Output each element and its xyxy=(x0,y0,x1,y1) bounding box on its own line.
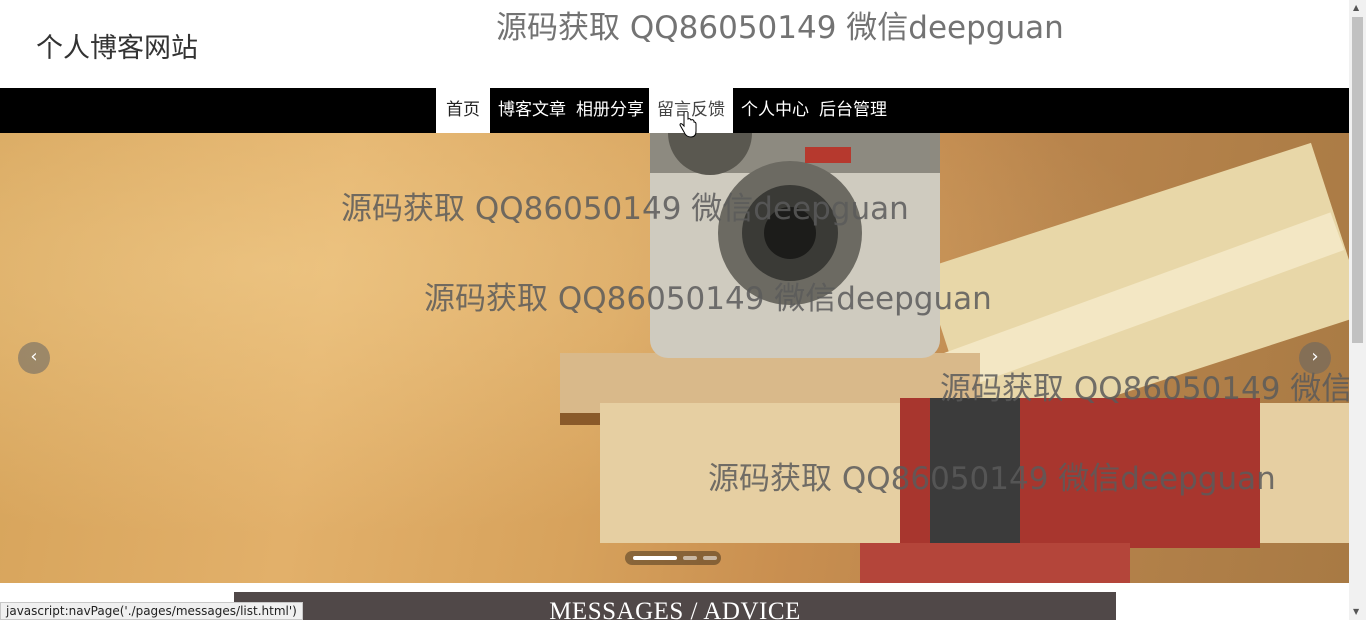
messages-section-header: MESSAGES / ADVICE xyxy=(234,592,1116,620)
camera-lens-glass xyxy=(764,207,816,259)
nav-item-profile[interactable]: 个人中心 xyxy=(733,88,814,133)
camera-brand-badge xyxy=(805,147,851,163)
scroll-down-icon[interactable]: ▼ xyxy=(1353,607,1359,616)
bottom-book-spine-label xyxy=(930,398,1020,548)
carousel-next-button[interactable]: › xyxy=(1299,342,1331,374)
nav-item-admin[interactable]: 后台管理 xyxy=(814,88,892,133)
carousel-prev-button[interactable]: ‹ xyxy=(18,342,50,374)
page-scrollbar[interactable]: ▲ ▼ xyxy=(1349,0,1366,620)
chevron-right-icon: › xyxy=(1311,346,1319,367)
nav-item-blog-articles[interactable]: 博客文章 xyxy=(490,88,571,133)
nav-menu: 首页 博客文章 相册分享 留言反馈 个人中心 后台管理 xyxy=(436,88,892,133)
banner-image xyxy=(560,133,1349,583)
hand-cursor-icon xyxy=(679,112,697,138)
scrollbar-thumb[interactable] xyxy=(1352,17,1363,343)
main-navbar: 首页 博客文章 相册分享 留言反馈 个人中心 后台管理 xyxy=(0,88,1349,133)
nav-item-photo-albums[interactable]: 相册分享 xyxy=(571,88,649,133)
carousel-dot[interactable] xyxy=(703,556,717,560)
section-title: MESSAGES / ADVICE xyxy=(549,598,801,620)
browser-status-bar: javascript:navPage('./pages/messages/lis… xyxy=(0,602,303,620)
watermark-text: 源码获取 QQ86050149 微信deepguan xyxy=(496,10,1064,46)
chevron-left-icon: ‹ xyxy=(30,346,38,367)
hero-carousel[interactable]: 源码获取 QQ86050149 微信deepguan 源码获取 QQ860501… xyxy=(0,133,1349,583)
nav-item-home[interactable]: 首页 xyxy=(436,88,490,133)
carousel-dot[interactable] xyxy=(683,556,697,560)
site-header: 个人博客网站 源码获取 QQ86050149 微信deepguan xyxy=(0,0,1349,88)
scroll-up-icon[interactable]: ▲ xyxy=(1353,3,1359,12)
book-stand xyxy=(860,543,1130,583)
carousel-indicators xyxy=(625,551,721,565)
carousel-dot-active[interactable] xyxy=(633,556,677,560)
site-title[interactable]: 个人博客网站 xyxy=(36,26,198,65)
